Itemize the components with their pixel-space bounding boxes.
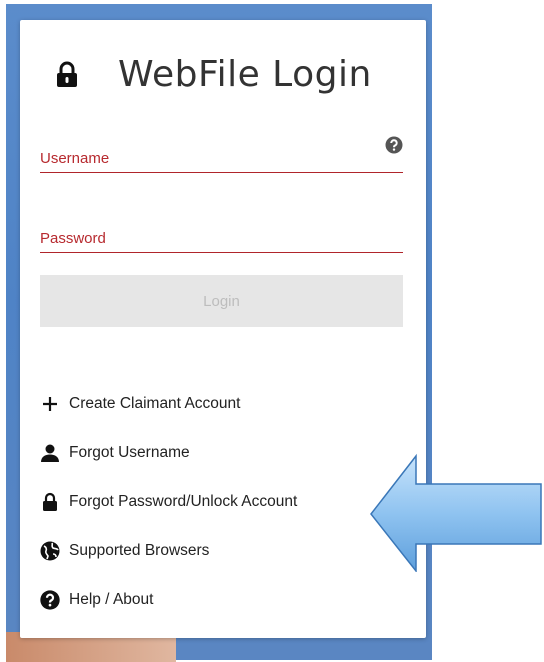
lock-icon [57,61,77,87]
page-title: WebFile Login [118,54,372,95]
link-label: Create Claimant Account [69,395,241,412]
question-circle-icon[interactable] [385,136,403,154]
help-about-link[interactable]: Help / About [40,590,153,610]
question-circle-icon [40,590,60,610]
plus-icon [40,394,60,414]
globe-icon [40,541,60,561]
supported-browsers-link[interactable]: Supported Browsers [40,541,209,561]
forgot-username-link[interactable]: Forgot Username [40,443,190,463]
user-icon [40,443,60,463]
link-label: Forgot Username [69,444,190,461]
forgot-password-link[interactable]: Forgot Password/Unlock Account [40,492,297,512]
link-label: Help / About [69,591,154,608]
username-field[interactable]: Username [40,136,407,174]
password-input[interactable] [40,226,407,254]
create-claimant-account-link[interactable]: Create Claimant Account [40,394,240,414]
title-row: WebFile Login [56,54,372,95]
login-card: WebFile Login Username Password Login Cr… [20,20,426,638]
pointer-arrow [370,453,542,572]
link-label: Forgot Password/Unlock Account [69,493,298,510]
password-field[interactable]: Password [40,226,407,254]
login-button[interactable]: Login [40,275,403,327]
lock-icon [40,492,60,512]
username-input[interactable] [40,146,407,174]
link-label: Supported Browsers [69,542,210,559]
